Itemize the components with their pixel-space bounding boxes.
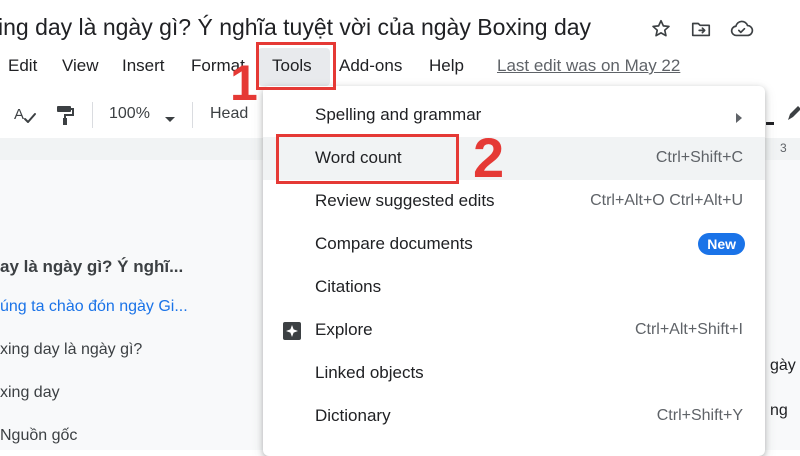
move-to-folder-icon[interactable] [690, 18, 712, 40]
menu-item-dictionary[interactable]: Dictionary Ctrl+Shift+Y [263, 395, 765, 438]
toolbar-mark [766, 122, 774, 125]
page-text-fragment: ng [770, 402, 788, 419]
page-text-fragment: gày [770, 357, 796, 374]
outline-item[interactable]: xing day [0, 384, 60, 402]
menu-view[interactable]: View [62, 56, 99, 76]
step2-number: 2 [473, 126, 505, 189]
menu-item-label: Linked objects [315, 363, 424, 382]
submenu-arrow-icon [735, 110, 743, 128]
title-bar: ing day là ngày gì? Ý nghĩa tuyệt vời củ… [0, 0, 800, 56]
star-icon[interactable] [650, 18, 672, 40]
outline-item[interactable]: xing day là ngày gì? [0, 341, 142, 359]
svg-text:A: A [14, 106, 24, 123]
toolbar-divider [192, 102, 193, 128]
menu-item-shortcut: Ctrl+Shift+Y [656, 407, 743, 424]
toolbar-divider [92, 102, 93, 128]
outline-item[interactable]: Nguồn gốc [0, 427, 77, 445]
menu-item-linked-objects[interactable]: Linked objects [263, 352, 765, 395]
step2-highlight-box [276, 134, 459, 184]
menu-item-label: Review suggested edits [315, 191, 495, 210]
menu-item-shortcut: Ctrl+Shift+C [655, 149, 743, 166]
document-title[interactable]: ing day là ngày gì? Ý nghĩa tuyệt vời củ… [0, 14, 591, 41]
step1-number: 1 [230, 55, 258, 111]
outline-item[interactable]: úng ta chào đón ngày Gi... [0, 298, 188, 316]
ruler-mark: 3 [780, 141, 787, 155]
menu-item-shortcut: Ctrl+Alt+O Ctrl+Alt+U [590, 192, 743, 209]
zoom-value[interactable]: 100% [109, 105, 150, 123]
spellcheck-icon[interactable]: A [14, 104, 38, 131]
cloud-saved-icon[interactable] [730, 18, 754, 40]
menu-item-shortcut: Ctrl+Alt+Shift+I [634, 321, 743, 338]
menu-item-compare-documents[interactable]: Compare documents New [263, 223, 765, 266]
paint-format-icon[interactable] [54, 104, 76, 131]
menu-item-explore[interactable]: Explore Ctrl+Alt+Shift+I [263, 309, 765, 352]
chevron-down-icon[interactable] [164, 111, 176, 129]
step1-highlight-box [256, 42, 336, 90]
menu-bar: Edit View Insert Format Tools Add-ons He… [0, 52, 800, 82]
new-badge: New [698, 233, 745, 255]
menu-insert[interactable]: Insert [122, 56, 165, 76]
last-edit-link[interactable]: Last edit was on May 22 [497, 56, 680, 76]
menu-help[interactable]: Help [429, 56, 464, 76]
explore-icon [282, 321, 302, 346]
menu-item-review-suggested-edits[interactable]: Review suggested edits Ctrl+Alt+O Ctrl+A… [263, 180, 765, 223]
menu-add-ons[interactable]: Add-ons [339, 56, 402, 76]
menu-item-spelling-grammar[interactable]: Spelling and grammar [263, 94, 765, 137]
menu-item-label: Compare documents [315, 234, 473, 253]
menu-item-citations[interactable]: Citations [263, 266, 765, 309]
pen-icon[interactable] [784, 104, 800, 129]
menu-item-label: Explore [315, 320, 373, 339]
outline-item[interactable]: ay là ngày gì? Ý nghĩ... [0, 257, 183, 277]
menu-item-label: Dictionary [315, 406, 391, 425]
menu-item-label: Spelling and grammar [315, 105, 482, 124]
menu-edit[interactable]: Edit [8, 56, 37, 76]
menu-item-label: Citations [315, 277, 382, 296]
